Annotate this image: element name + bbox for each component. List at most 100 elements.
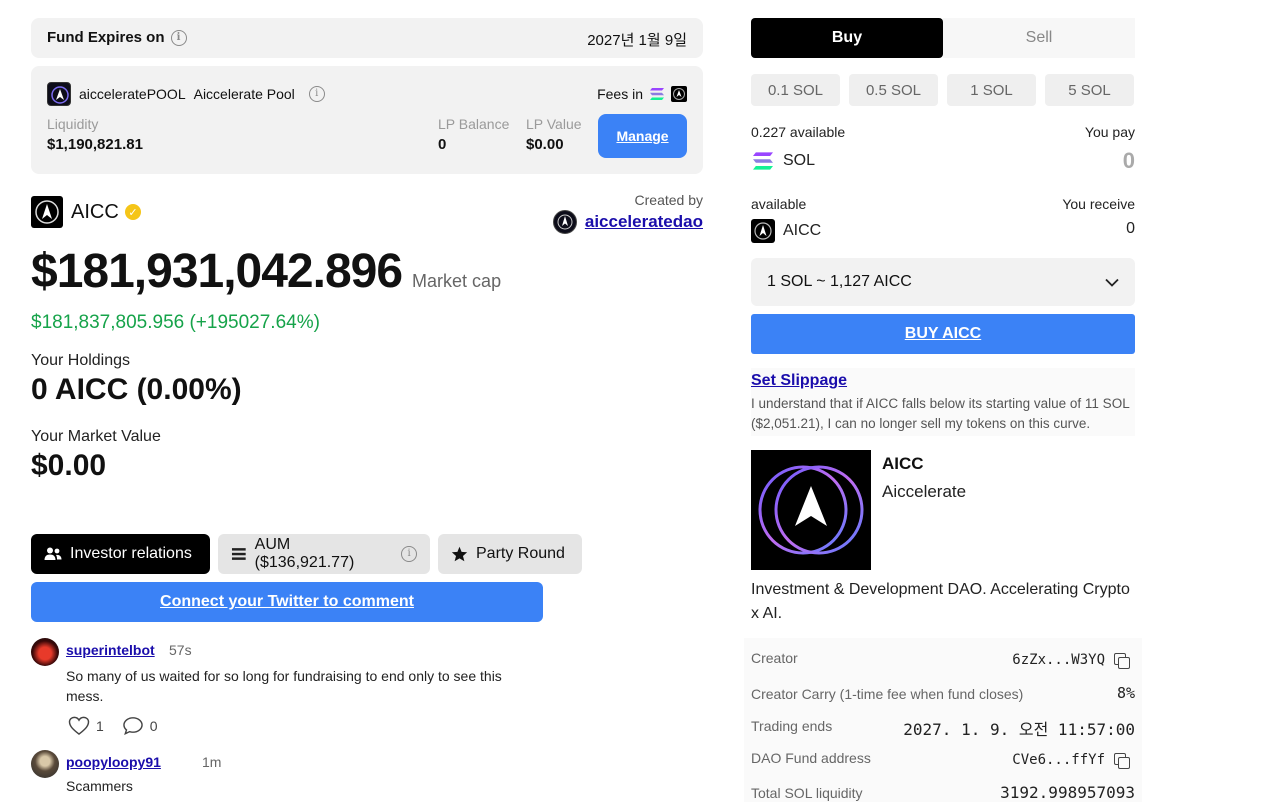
- you-receive-label: You receive: [1062, 196, 1135, 212]
- buy-tab[interactable]: Buy: [751, 18, 943, 58]
- info-row-creator-carry: Creator Carry (1-time fee when fund clos…: [751, 684, 1135, 706]
- fund-expiry-bar: Fund Expires on i 2027년 1월 9일: [31, 18, 703, 58]
- buy-token-button[interactable]: BUY AICC: [751, 314, 1135, 354]
- tab-label: Party Round: [476, 545, 565, 562]
- pay-amount-input[interactable]: 0: [1123, 148, 1135, 174]
- dao-fund-address: CVe6...ffYf: [1012, 752, 1105, 768]
- slippage-disclaimer: I understand that if AICC falls below it…: [751, 396, 1130, 431]
- list-icon: [231, 548, 246, 560]
- creator-link[interactable]: aicceleratedao: [552, 210, 703, 234]
- info-row-dao-fund: DAO Fund address CVe6...ffYf: [751, 748, 1135, 770]
- manage-button[interactable]: Manage: [598, 114, 687, 158]
- reply-count: 0: [149, 717, 158, 734]
- chevron-down-icon: [1105, 278, 1119, 287]
- creator-avatar: [552, 210, 577, 234]
- copy-icon[interactable]: [1113, 652, 1130, 669]
- info-value: 2027. 1. 9. 오전 11:57:00: [903, 720, 1135, 739]
- info-icon[interactable]: i: [401, 546, 417, 562]
- token-info-symbol: AICC: [882, 454, 924, 473]
- comment-item: superintelbot 57s So many of us waited f…: [31, 638, 551, 738]
- star-icon: [451, 546, 468, 562]
- tab-label: AUM ($136,921.77): [254, 536, 355, 571]
- pool-name-group: aicceleratePOOL Aiccelerate Pool i: [79, 86, 325, 102]
- info-icon[interactable]: i: [170, 29, 187, 46]
- market-cap-change: $181,837,805.956 (+195027.64%): [31, 312, 320, 333]
- comment-time: 57s: [169, 642, 192, 658]
- fees-in: Fees in: [597, 86, 687, 102]
- slippage-section: Set Slippage I understand that if AICC f…: [751, 368, 1135, 436]
- reply-button[interactable]: 0: [122, 716, 158, 735]
- info-row-creator: Creator 6zZx...W3YQ: [751, 648, 1135, 670]
- info-key: Creator Carry (1-time fee when fund clos…: [751, 686, 1024, 702]
- market-value-label: Your Market Value: [31, 428, 161, 445]
- pay-available: 0.227 available: [751, 124, 846, 140]
- token-logo-icon: [31, 196, 63, 228]
- receive-available: available: [751, 196, 807, 212]
- info-value: 3192.998957093: [1000, 783, 1135, 802]
- sell-tab[interactable]: Sell: [943, 18, 1135, 58]
- rate-dropdown[interactable]: 1 SOL ~ 1,127 AICC: [751, 258, 1135, 306]
- comment-item: poopyloopy91 1m Scammers: [31, 750, 551, 798]
- comment-username[interactable]: poopyloopy91: [66, 754, 161, 770]
- rate-text: 1 SOL ~ 1,127 AICC: [767, 273, 912, 290]
- comment-text: So many of us waited for so long for fun…: [66, 668, 502, 704]
- receive-asset: AICC: [751, 219, 821, 243]
- info-key: Creator: [751, 650, 798, 666]
- lp-value-value: $0.00: [526, 136, 564, 153]
- sol-icon: [650, 88, 664, 100]
- lp-balance-value: 0: [438, 136, 447, 153]
- copy-icon[interactable]: [1113, 752, 1130, 769]
- like-button[interactable]: 1: [68, 716, 104, 735]
- token-description: Investment & Development DAO. Accelerati…: [751, 581, 1130, 622]
- info-value: CVe6...ffYf: [1012, 752, 1130, 769]
- holdings-value: 0 AICC (0.00%): [31, 373, 242, 406]
- market-value: $0.00: [31, 449, 107, 482]
- info-key: DAO Fund address: [751, 750, 871, 766]
- liquidity-value: $1,190,821.81: [47, 136, 143, 153]
- amount-preset-button[interactable]: 1 SOL: [947, 74, 1036, 106]
- tab-party-round[interactable]: Party Round: [438, 534, 582, 574]
- info-icon[interactable]: i: [308, 86, 325, 102]
- pool-title: Aiccelerate Pool: [193, 86, 295, 102]
- comment-text: Scammers: [66, 778, 133, 794]
- avatar[interactable]: [31, 750, 59, 778]
- you-pay-label: You pay: [1084, 124, 1135, 140]
- token-info-name: Aiccelerate: [882, 482, 967, 501]
- fees-label: Fees in: [597, 86, 643, 102]
- aicc-icon: [751, 219, 775, 243]
- info-value: 8%: [1116, 684, 1135, 702]
- token-symbol: AICC: [71, 201, 119, 223]
- pool-name: aicceleratePOOL: [79, 86, 186, 102]
- fund-expiry-date: 2027년 1월 9일: [587, 32, 687, 49]
- set-slippage-link[interactable]: Set Slippage: [751, 372, 847, 390]
- aicc-mini-icon: [671, 86, 687, 102]
- lp-value-label: LP Value: [526, 116, 582, 132]
- pool-logo-icon: [47, 82, 71, 106]
- info-key: Total SOL liquidity: [751, 785, 863, 801]
- tab-aum[interactable]: AUM ($136,921.77) i: [218, 534, 430, 574]
- pay-asset: SOL: [751, 151, 815, 171]
- pool-card: aicceleratePOOL Aiccelerate Pool i Fees …: [31, 66, 703, 174]
- amount-preset-button[interactable]: 0.5 SOL: [849, 74, 938, 106]
- comment-time: 1m: [202, 754, 222, 770]
- info-row-total-sol: Total SOL liquidity 3192.998957093: [751, 783, 1135, 802]
- verified-icon: ✓: [125, 204, 141, 220]
- receive-asset-symbol: AICC: [783, 222, 822, 239]
- comment-actions: 1 0: [68, 716, 158, 735]
- creator-handle[interactable]: aicceleratedao: [585, 212, 703, 232]
- comment-username[interactable]: superintelbot: [66, 642, 155, 658]
- market-cap-value: $181,931,042.896: [31, 245, 403, 298]
- market-cap-label: Market cap: [412, 271, 502, 291]
- tab-investor-relations[interactable]: Investor relations: [31, 534, 210, 574]
- token-image: [751, 450, 871, 570]
- market-cap: $181,931,042.896 Market cap: [31, 244, 501, 299]
- avatar[interactable]: [31, 638, 59, 666]
- liquidity-label: Liquidity: [47, 116, 99, 132]
- holdings-label: Your Holdings: [31, 352, 131, 369]
- pay-asset-symbol: SOL: [783, 152, 816, 169]
- lp-balance-label: LP Balance: [438, 116, 510, 132]
- sol-icon: [753, 152, 773, 170]
- connect-twitter-button[interactable]: Connect your Twitter to comment: [31, 582, 543, 622]
- amount-preset-button[interactable]: 0.1 SOL: [751, 74, 840, 106]
- amount-preset-button[interactable]: 5 SOL: [1045, 74, 1134, 106]
